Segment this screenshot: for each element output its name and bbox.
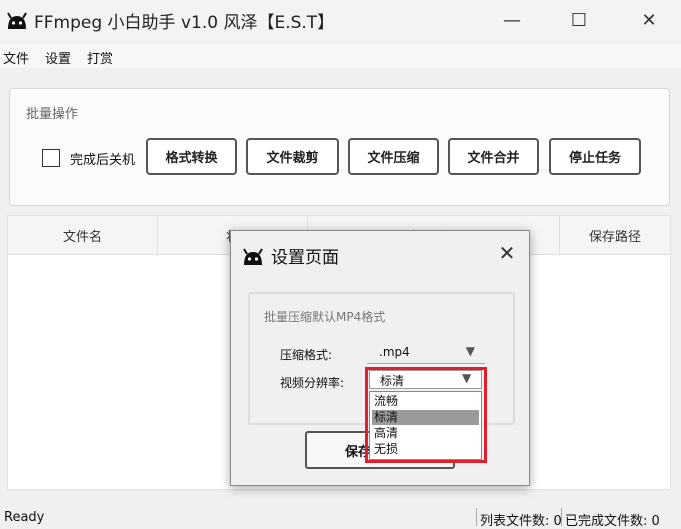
window-title: FFmpeg 小白助手 v1.0 风泽【E.S.T】 — [34, 13, 335, 33]
menu-settings[interactable]: 设置 — [45, 48, 71, 67]
dropdown-option-lossless[interactable]: 无损 — [372, 442, 479, 457]
compress-group-title: 批量压缩默认MP4格式 — [264, 310, 386, 324]
dialog-logo-icon — [242, 245, 264, 271]
status-counts: 列表文件数: 0 已完成文件数: 0 — [476, 508, 681, 529]
file-merge-button[interactable]: 文件合并 — [448, 138, 539, 175]
resolution-combobox[interactable]: 标清 ▼ — [369, 370, 482, 389]
dialog-close-button[interactable]: ✕ — [493, 239, 521, 267]
column-header-filename[interactable]: 文件名 — [8, 216, 158, 254]
column-header-savepath[interactable]: 保存路径 — [560, 216, 670, 254]
status-divider — [476, 508, 477, 526]
status-divider — [561, 508, 562, 526]
dropdown-option-sd[interactable]: 标清 — [372, 410, 479, 425]
dialog-title: 设置页面 — [271, 248, 339, 268]
dropdown-option-smooth[interactable]: 流畅 — [372, 394, 479, 409]
resolution-dropdown-list: 流畅 标清 高清 无损 — [369, 391, 482, 460]
app-logo-icon — [6, 9, 28, 35]
list-file-count: 列表文件数: 0 — [480, 514, 562, 529]
status-ready: Ready — [4, 510, 45, 525]
chevron-down-icon: ▼ — [462, 371, 472, 385]
done-file-count: 已完成文件数: 0 — [565, 514, 660, 529]
resolution-label: 视频分辨率: — [280, 376, 345, 390]
chevron-down-icon: ▼ — [465, 344, 475, 358]
format-value: .mp4 — [379, 345, 410, 359]
format-combobox[interactable]: .mp4 ▼ — [367, 344, 485, 364]
file-trim-button[interactable]: 文件裁剪 — [246, 138, 339, 175]
format-label: 压缩格式: — [280, 348, 333, 362]
batch-operations-group: 批量操作 完成后关机 格式转换 文件裁剪 文件压缩 文件合并 停止任务 — [9, 88, 670, 206]
dropdown-option-hd[interactable]: 高清 — [372, 426, 479, 441]
file-compress-button[interactable]: 文件压缩 — [348, 138, 439, 175]
format-convert-button[interactable]: 格式转换 — [146, 138, 237, 175]
menu-file[interactable]: 文件 — [3, 48, 29, 67]
title-bar: FFmpeg 小白助手 v1.0 风泽【E.S.T】 — ☐ ✕ — [0, 0, 681, 40]
resolution-value: 标清 — [380, 374, 405, 388]
close-button[interactable]: ✕ — [626, 0, 672, 40]
batch-group-title: 批量操作 — [26, 107, 79, 122]
maximize-button[interactable]: ☐ — [556, 0, 602, 40]
minimize-button[interactable]: — — [489, 0, 535, 40]
menu-bar: 文件 设置 打赏 — [0, 44, 681, 68]
menu-donate[interactable]: 打赏 — [87, 48, 113, 67]
stop-task-button[interactable]: 停止任务 — [549, 138, 641, 175]
shutdown-checkbox[interactable] — [42, 149, 60, 167]
shutdown-label: 完成后关机 — [70, 153, 136, 168]
